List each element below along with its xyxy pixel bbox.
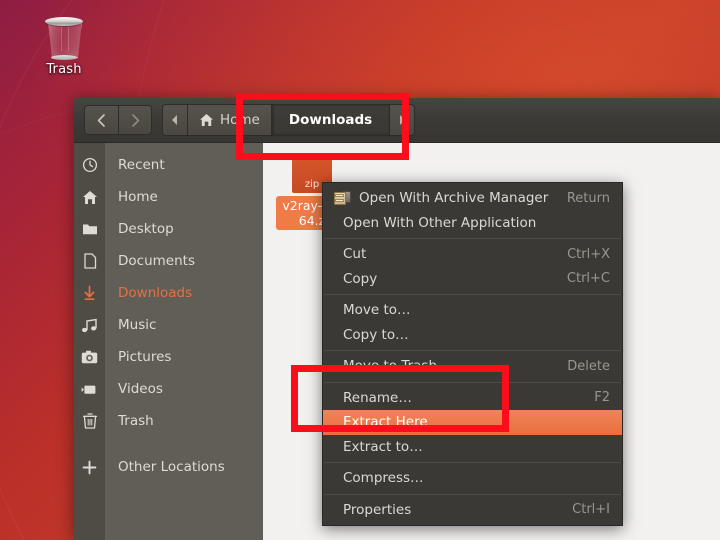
menu-item-move-to-trash[interactable]: Move to Trash Delete: [323, 354, 622, 379]
breadcrumb-item-home[interactable]: Home: [188, 105, 272, 135]
menu-item-rename[interactable]: Rename… F2: [323, 386, 622, 411]
home-icon: [199, 113, 214, 127]
document-icon: [83, 253, 96, 269]
sidebar-item-documents[interactable]: Documents: [105, 245, 263, 277]
menu-item-accel: F2: [594, 390, 610, 406]
menu-item-accel: Ctrl+X: [567, 246, 610, 262]
menu-separator: [324, 462, 621, 463]
menu-item-label: Extract to…: [343, 438, 423, 455]
caret-right-icon: [400, 115, 406, 125]
sidebar-label-column: Recent Home Desktop Documents Downloads …: [105, 143, 263, 540]
trash-base: [51, 55, 77, 60]
breadcrumb-overflow-button[interactable]: [163, 105, 188, 135]
menu-item-extract-to[interactable]: Extract to…: [323, 435, 622, 460]
sidebar-item-music[interactable]: Music: [105, 309, 263, 341]
plus-icon: [82, 460, 97, 474]
breadcrumb-item-downloads[interactable]: Downloads: [271, 105, 391, 135]
music-icon: [82, 318, 97, 332]
clock-icon: [82, 157, 97, 173]
sidebar-item-pictures[interactable]: Pictures: [105, 341, 263, 373]
sidebar: Recent Home Desktop Documents Downloads …: [74, 143, 263, 540]
breadcrumb-item-downloads-label: Downloads: [288, 112, 373, 128]
sidebar-item-desktop[interactable]: Desktop: [105, 213, 263, 245]
breadcrumb-next-button[interactable]: [390, 105, 415, 135]
sidebar-icon-desktop[interactable]: [74, 213, 105, 245]
home-icon: [82, 190, 97, 204]
camera-icon: [81, 350, 98, 364]
menu-separator: [324, 493, 621, 495]
menu-item-label: Open With Other Application: [343, 214, 537, 231]
desktop-icon-trash[interactable]: Trash: [29, 14, 99, 77]
folder-icon: [82, 224, 97, 235]
menu-item-open-with-archive-manager[interactable]: Open With Archive Manager Return: [323, 186, 622, 211]
menu-item-open-with-other-application[interactable]: Open With Other Application: [323, 211, 622, 236]
desktop-icon-label: Trash: [46, 62, 82, 77]
sidebar-icon-column: [74, 143, 105, 540]
menu-item-label: Cut: [343, 246, 367, 263]
menu-item-copy[interactable]: Copy Ctrl+C: [323, 267, 622, 292]
menu-item-label: Move to Trash: [343, 358, 438, 375]
sidebar-icon-spacer: [74, 437, 105, 451]
menu-item-move-to[interactable]: Move to…: [323, 298, 622, 323]
sidebar-item-other-locations[interactable]: Other Locations: [105, 451, 263, 483]
forward-button[interactable]: [118, 105, 152, 135]
sidebar-icon-downloads[interactable]: [74, 277, 105, 309]
menu-item-label: Copy: [343, 270, 378, 287]
window-headerbar: Home Downloads: [74, 98, 720, 143]
sidebar-icon-home[interactable]: [74, 181, 105, 213]
archive-manager-icon: [331, 190, 353, 206]
menu-item-accel: Delete: [567, 358, 610, 374]
menu-item-cut[interactable]: Cut Ctrl+X: [323, 242, 622, 267]
trash-ribs: [54, 27, 74, 51]
sidebar-item-videos[interactable]: Videos: [105, 373, 263, 405]
menu-item-extract-here[interactable]: Extract Here: [323, 410, 622, 435]
sidebar-icon-documents[interactable]: [74, 245, 105, 277]
menu-item-label: Copy to…: [343, 326, 409, 343]
sidebar-item-downloads[interactable]: Downloads: [105, 277, 263, 309]
menu-item-label: Move to…: [343, 302, 411, 319]
menu-item-accel: Ctrl+I: [572, 502, 610, 518]
sidebar-icon-music[interactable]: [74, 309, 105, 341]
menu-separator: [324, 350, 621, 351]
menu-item-label: Rename…: [343, 389, 412, 406]
sidebar-item-recent[interactable]: Recent: [105, 149, 263, 181]
navigation-buttons: [84, 105, 152, 135]
menu-item-label: Compress…: [343, 470, 424, 487]
back-button[interactable]: [84, 105, 118, 135]
breadcrumb: Home Downloads: [162, 104, 416, 136]
trash-icon: [82, 413, 97, 429]
context-menu: Open With Archive Manager Return Open Wi…: [322, 182, 623, 526]
sidebar-label-spacer: [105, 437, 263, 451]
menu-separator: [324, 294, 621, 295]
menu-item-copy-to[interactable]: Copy to…: [323, 323, 622, 348]
menu-item-label: Properties: [343, 501, 412, 518]
menu-separator: [324, 381, 621, 383]
menu-separator: [324, 238, 621, 239]
trash-rim: [45, 17, 83, 26]
caret-left-icon: [172, 115, 177, 125]
breadcrumb-item-home-label: Home: [220, 112, 260, 128]
menu-item-label: Open With Archive Manager: [359, 190, 549, 207]
chevron-left-icon: [97, 113, 105, 127]
sidebar-item-home[interactable]: Home: [105, 181, 263, 213]
sidebar-icon-videos[interactable]: [74, 373, 105, 405]
sidebar-icon-trash[interactable]: [74, 405, 105, 437]
menu-item-accel: Return: [566, 190, 610, 206]
download-icon: [84, 285, 95, 301]
menu-item-accel: Ctrl+C: [566, 271, 610, 287]
menu-item-properties[interactable]: Properties Ctrl+I: [323, 498, 622, 523]
menu-item-compress[interactable]: Compress…: [323, 466, 622, 491]
menu-item-label: Extract Here: [343, 414, 428, 431]
chevron-right-icon: [131, 113, 139, 127]
sidebar-icon-recent[interactable]: [74, 149, 105, 181]
screen: Trash Home Downloads Recent Home Desktop…: [0, 0, 720, 540]
sidebar-icon-pictures[interactable]: [74, 341, 105, 373]
video-icon: [81, 385, 96, 394]
sidebar-icon-other-locations[interactable]: [74, 451, 105, 483]
sidebar-item-trash[interactable]: Trash: [105, 405, 263, 437]
trash-icon: [44, 14, 84, 60]
